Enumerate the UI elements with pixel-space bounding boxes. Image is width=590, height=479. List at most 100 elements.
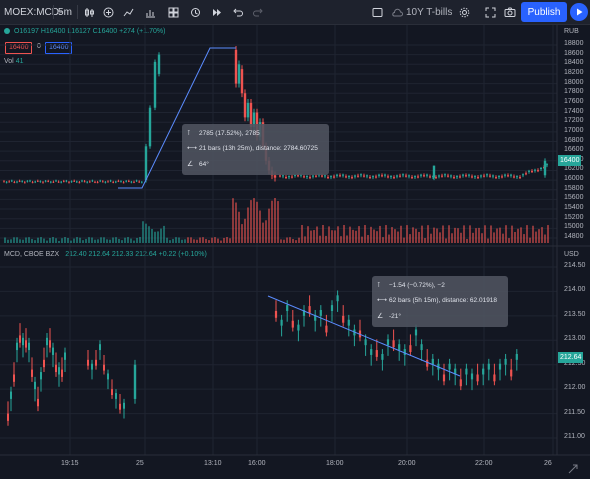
volume-bar — [415, 228, 417, 243]
replay-icon[interactable] — [209, 0, 223, 24]
volume-bar — [286, 237, 288, 243]
candle-body — [504, 358, 507, 365]
camera-icon[interactable] — [503, 0, 517, 24]
interval-label: 5m — [58, 6, 72, 18]
candle-body — [73, 180, 75, 182]
candle-body — [375, 176, 377, 178]
volume-bar — [190, 237, 192, 243]
volume-bar — [223, 237, 225, 243]
interval-button[interactable]: 5m — [56, 0, 74, 24]
price-tick-label: 214.50 — [564, 262, 586, 269]
candle-body — [450, 175, 452, 177]
candle-body — [319, 309, 322, 316]
volume-bar — [220, 240, 222, 243]
volume-bar — [439, 232, 441, 243]
volume-bar — [64, 237, 66, 243]
candle-body — [369, 177, 371, 179]
measure-tooltip-pane1: ⊺ 2785 (17.52%), 2785 ⟷ 21 bars (13h 25m),… — [182, 124, 329, 175]
volume-bar — [52, 237, 54, 243]
volume-bar — [169, 240, 171, 243]
candle-body — [342, 174, 344, 176]
volume-bar — [379, 225, 381, 243]
volume-bar — [55, 238, 57, 243]
volume-bar — [412, 227, 414, 243]
candle-body — [474, 176, 476, 178]
candle-body — [107, 181, 109, 183]
tooltip1-bars: 21 bars (13h 25m), distance: 2784.60725 — [199, 144, 318, 152]
compare-symbol[interactable]: 10Y T-bills — [391, 0, 453, 24]
candle-body — [495, 177, 497, 179]
volume-bar — [256, 201, 258, 243]
candle-body — [13, 374, 15, 382]
volume-bar — [103, 237, 105, 243]
financials-icon[interactable] — [143, 0, 157, 24]
volume-bar — [325, 235, 327, 243]
volume-bar — [289, 237, 291, 243]
candle-body — [133, 364, 137, 399]
settings-gear-icon[interactable] — [457, 0, 471, 24]
candle-body — [86, 181, 88, 183]
volume-bar — [148, 226, 150, 243]
time-axis[interactable]: 19:15 25 13:10 16:00 18:00 20:00 22:00 26 — [0, 457, 557, 475]
candle-body — [308, 306, 311, 313]
volume-bar — [160, 228, 162, 243]
volume-bar — [196, 239, 198, 243]
play-icon[interactable] — [570, 3, 588, 21]
candle-body — [347, 319, 350, 326]
layout-icon[interactable] — [370, 0, 384, 24]
price-tick-label: 15200 — [564, 213, 584, 221]
volume-bar — [544, 234, 546, 243]
candle-body — [504, 174, 506, 176]
axis-settings-icon[interactable] — [568, 461, 578, 479]
candle-body — [60, 181, 62, 183]
alert-icon[interactable] — [188, 0, 202, 24]
chart-canvas[interactable] — [0, 25, 590, 475]
candle-body — [99, 180, 101, 182]
price-tick-label: 17600 — [564, 97, 584, 105]
candle-body — [364, 339, 367, 346]
volume-bar — [157, 231, 159, 243]
candle-body — [31, 369, 33, 377]
volume-bar — [262, 222, 264, 243]
price-range-icon: ⊺ — [187, 130, 191, 137]
volume-bar — [343, 225, 345, 243]
volume-bar — [7, 239, 9, 243]
symbol-search[interactable]: MOEX:MCD- — [4, 0, 62, 24]
volume-bar — [139, 237, 141, 243]
candle-body — [19, 335, 21, 343]
candle-body — [426, 359, 429, 367]
price-scale-pane2[interactable]: 214.50 214.00 213.50 213.00 212.50 212.00 211.… — [560, 246, 590, 456]
candle-body — [70, 181, 73, 183]
candle-body — [148, 107, 152, 147]
candle-body — [519, 177, 521, 179]
templates-icon[interactable] — [166, 0, 180, 24]
compare-icon[interactable] — [101, 0, 115, 24]
candles-icon[interactable] — [82, 0, 96, 24]
volume-bar — [529, 237, 531, 243]
candle-body — [65, 180, 68, 182]
candle-body — [306, 176, 308, 178]
last-price-tag-pane2: 212.64 — [558, 352, 584, 363]
volume-bar — [496, 228, 498, 243]
redo-icon[interactable] — [251, 0, 265, 24]
candle-body — [448, 363, 451, 370]
volume-bar — [316, 226, 318, 243]
candle-body — [297, 324, 300, 331]
candle-body — [540, 168, 542, 170]
candle-body — [125, 180, 127, 182]
volume-bar — [124, 237, 126, 243]
undo-icon[interactable] — [230, 0, 244, 24]
candle-body — [378, 174, 380, 176]
tooltip1-angle: 64° — [199, 160, 209, 168]
candle-body — [459, 379, 462, 387]
candle-body — [94, 181, 96, 183]
fullscreen-icon[interactable] — [483, 0, 497, 24]
volume-bar — [487, 238, 489, 243]
price-scale-pane1[interactable]: 18800 18600 18400 18200 18000 17800 17600 17400… — [560, 25, 590, 245]
publish-button[interactable]: Publish — [521, 2, 567, 22]
volume-bar — [382, 237, 384, 243]
tooltip1-price: 2785 (17.52%), 2785 — [199, 129, 260, 137]
volume-bar — [484, 225, 486, 243]
candle-body — [133, 181, 135, 183]
indicators-icon[interactable] — [121, 0, 135, 24]
